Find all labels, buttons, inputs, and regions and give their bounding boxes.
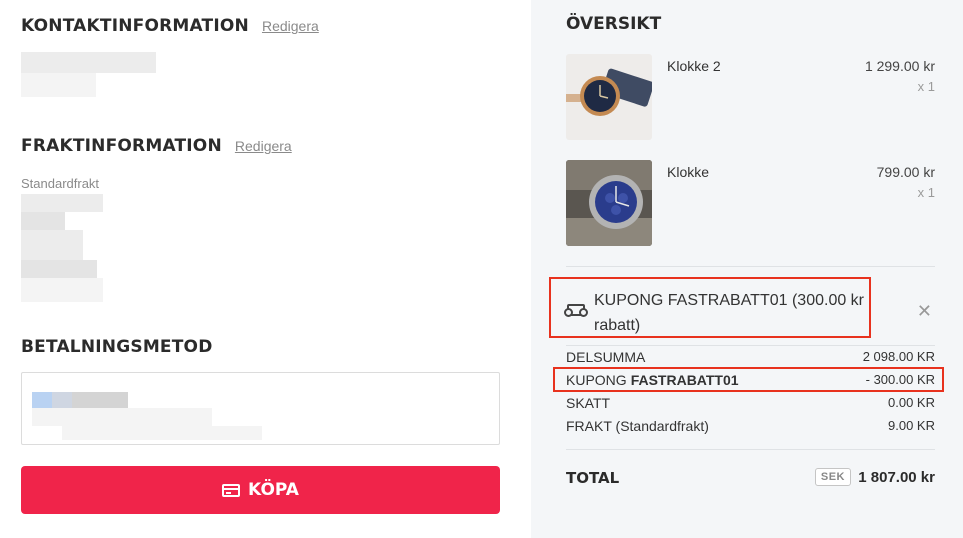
contact-title: KONTAKTINFORMATION — [21, 16, 249, 36]
payment-section-header: BETALNINGSMETOD — [21, 337, 213, 357]
item-price: 799.00 kr — [876, 164, 935, 180]
contact-section-header: KONTAKTINFORMATION Redigera — [21, 16, 319, 36]
checkout-details-panel: KONTAKTINFORMATION Redigera FRAKTINFORMA… — [0, 0, 531, 538]
item-quantity: x 1 — [917, 185, 935, 200]
total-label: TOTAL — [566, 469, 620, 487]
total-value: 1 807.00 kr — [858, 469, 935, 486]
product-image-klokke — [566, 160, 652, 246]
overview-title: ÖVERSIKT — [566, 14, 662, 34]
currency-badge: SEK — [814, 468, 851, 486]
shipping-title: FRAKTINFORMATION — [21, 136, 222, 156]
tax-value: 0.00 KR — [888, 395, 935, 410]
product-image-klokke-2 — [566, 54, 652, 140]
divider — [566, 345, 935, 346]
discount-highlight-box — [553, 367, 944, 392]
shipping-method: Standardfrakt — [21, 176, 100, 191]
shipping-edit-link[interactable]: Redigera — [235, 138, 292, 154]
item-name: Klokke — [667, 164, 710, 180]
payment-title: BETALNINGSMETOD — [21, 337, 213, 357]
order-overview-panel: ÖVERSIKT Klokke 2 1 299.00 kr x 1 Klokke… — [531, 0, 963, 538]
shipping-cost-row: FRAKT (Standardfrakt) 9.00 KR — [566, 418, 935, 438]
shipping-section-header: FRAKTINFORMATION Redigera — [21, 136, 292, 156]
payment-method-field[interactable] — [21, 372, 500, 445]
buy-button[interactable]: KÖPA — [21, 466, 500, 514]
subtotal-label: DELSUMMA — [566, 349, 646, 365]
divider — [566, 266, 935, 267]
subtotal-value: 2 098.00 KR — [862, 349, 935, 364]
shipping-cost-label: FRAKT (Standardfrakt) — [566, 418, 709, 434]
tax-row: SKATT 0.00 KR — [566, 395, 935, 415]
credit-card-icon — [222, 483, 241, 497]
order-item: Klokke 2 1 299.00 kr x 1 — [566, 54, 935, 140]
shipping-cost-value: 9.00 KR — [888, 418, 935, 433]
total-row: TOTAL SEK 1 807.00 kr — [566, 466, 935, 492]
order-item: Klokke 799.00 kr x 1 — [566, 160, 935, 246]
tax-label: SKATT — [566, 395, 611, 411]
buy-button-label: KÖPA — [248, 480, 299, 500]
close-icon[interactable]: ✕ — [917, 301, 932, 322]
coupon-highlight-box — [549, 277, 871, 338]
subtotal-row: DELSUMMA 2 098.00 KR — [566, 349, 935, 369]
item-quantity: x 1 — [917, 79, 935, 94]
divider — [566, 449, 935, 450]
item-name: Klokke 2 — [667, 58, 721, 74]
contact-edit-link[interactable]: Redigera — [262, 18, 319, 34]
item-price: 1 299.00 kr — [864, 58, 935, 74]
